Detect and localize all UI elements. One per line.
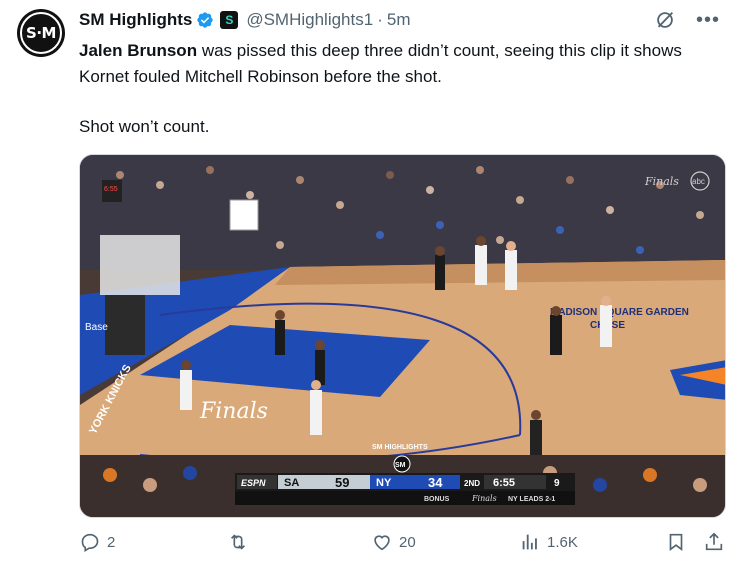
tweet-text-line2: Shot won’t count. bbox=[79, 117, 210, 136]
avatar-logo: S·M bbox=[20, 12, 62, 54]
tweet-text: Jalen Brunson was pissed this deep three… bbox=[79, 38, 719, 90]
affiliate-badge-icon[interactable]: S bbox=[220, 11, 239, 29]
scoreboard-score2: 34 bbox=[428, 475, 443, 490]
floor-finals-text: Finals bbox=[199, 399, 268, 424]
like-button[interactable]: 20 bbox=[371, 531, 416, 553]
scoreboard-team1: SA bbox=[284, 477, 299, 489]
scoreboard-team2: NY bbox=[376, 477, 392, 489]
scoreboard-shot-clock: 9 bbox=[554, 478, 560, 489]
scoreboard-series: NY LEADS 2-1 bbox=[508, 496, 555, 503]
corner-finals-logo: Finals bbox=[644, 175, 679, 188]
views-count: 1.6K bbox=[547, 533, 578, 551]
scoreboard: ESPN SA 59 NY 34 2ND 6:55 9 BONUS Finals… bbox=[235, 473, 575, 505]
tweet-header: SM Highlights S @SMHighlights1 · 5m ••• bbox=[79, 9, 734, 31]
retweet-icon bbox=[230, 534, 246, 550]
author-handle[interactable]: @SMHighlights1 bbox=[246, 10, 373, 30]
bookmark-button[interactable] bbox=[665, 531, 687, 553]
avatar[interactable]: S·M bbox=[17, 9, 65, 57]
scoreboard-score1: 59 bbox=[335, 475, 349, 490]
mention-name: Jalen Brunson bbox=[79, 41, 198, 60]
tweet-actions: 2 20 1.6K bbox=[79, 531, 729, 561]
more-options-icon[interactable]: ••• bbox=[696, 10, 720, 30]
reply-icon bbox=[81, 533, 99, 553]
author-name[interactable]: SM Highlights bbox=[79, 10, 192, 30]
video-frame: MADISON SQUARE GARDEN CHASE Finals Base … bbox=[80, 155, 725, 517]
board-left-text: Base bbox=[85, 322, 108, 333]
reply-count: 2 bbox=[107, 533, 116, 551]
video-media[interactable]: MADISON SQUARE GARDEN CHASE Finals Base … bbox=[79, 154, 726, 518]
share-button[interactable] bbox=[703, 531, 725, 553]
scoreboard-series-logo: Finals bbox=[471, 494, 497, 503]
views-icon bbox=[522, 534, 537, 550]
views-button[interactable]: 1.6K bbox=[519, 531, 578, 553]
retweet-button[interactable] bbox=[227, 531, 255, 553]
verified-badge-icon bbox=[197, 12, 214, 28]
separator-dot: · bbox=[377, 10, 383, 29]
tweet-time[interactable]: 5m bbox=[387, 10, 411, 30]
grok-icon[interactable] bbox=[654, 9, 676, 31]
heart-icon bbox=[374, 535, 390, 551]
bookmark-icon bbox=[669, 533, 683, 551]
scoreboard-bonus: BONUS bbox=[424, 496, 450, 503]
watermark-text: SM HIGHLIGHTS bbox=[372, 444, 428, 451]
corner-abc-logo: abc bbox=[692, 177, 705, 186]
arena-text: MADISON SQUARE GARDEN bbox=[550, 307, 689, 318]
scoreboard-clock: 6:55 bbox=[493, 477, 515, 489]
like-count: 20 bbox=[399, 533, 416, 551]
scoreboard-network: ESPN bbox=[241, 478, 266, 488]
scoreboard-quarter: 2ND bbox=[464, 479, 480, 488]
reply-button[interactable]: 2 bbox=[79, 531, 115, 553]
share-icon bbox=[705, 532, 723, 551]
watermark-logo: SM bbox=[395, 462, 406, 469]
shot-clock-corner: 6:55 bbox=[104, 186, 118, 193]
